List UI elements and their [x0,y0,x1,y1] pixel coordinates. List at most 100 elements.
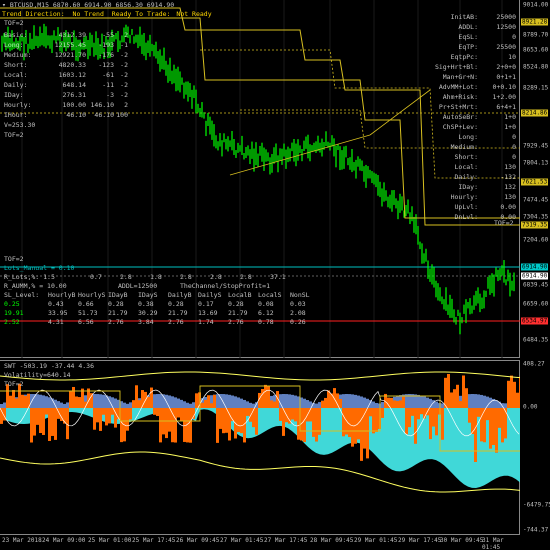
price-tick-label: 8289.15 [523,84,549,92]
price-tick-label: 8524.80 [523,63,549,71]
swt-orange-bar [72,386,75,408]
sl-row1-cell: 0.43 [48,300,64,308]
right-stats-row: Medium: 0 [432,143,518,151]
indicator-axis[interactable]: 408.27 0.00 -6479.75 -744.37 [520,360,550,535]
right-stats-label: EqtpPc: [450,53,478,61]
swt-orange-bar [402,396,405,408]
left-stats-v3: -1 [120,41,128,49]
swt-blue-bar [372,401,375,408]
swt-orange-bar [468,408,471,423]
swt-blue-bar [438,403,441,408]
swt-blue-bar [501,403,504,408]
swt-blue-bar [504,403,507,408]
swt-orange-bar [441,408,444,440]
time-tick-label: 28 Mar 09:45 [310,537,354,544]
indicator-tick-label: -6479.75 [523,501,550,509]
swt-orange-bar [453,389,456,408]
right-stats-row: Local: 130 [432,163,518,171]
swt-orange-bar [150,387,153,408]
swt-orange-bar [51,408,54,436]
right-stats-value: 0+0.10 [492,83,516,91]
swt-orange-bar [393,400,396,408]
swt-blue-bar [30,394,33,408]
swt-orange-bar [432,408,435,427]
right-stats-value: 2+0+0 [496,63,516,71]
swt-orange-bar [420,408,423,415]
swt-blue-bar [420,395,423,408]
swt-orange-bar [444,377,447,408]
swt-blue-bar [237,397,240,408]
swt-orange-bar [126,408,129,431]
swt-orange-bar [465,388,468,408]
swt-orange-bar [462,375,465,408]
swt-orange-bar [510,375,513,408]
swt-orange-bar [342,408,345,437]
left-stats-v3: -2 [120,71,128,79]
swt-blue-bar [468,394,471,408]
right-stats-row: Long: 0 [432,133,518,141]
swt-orange-bar [225,408,228,433]
right-stats-row: Hourly: 130 [432,193,518,201]
swt-orange-bar [69,390,72,408]
swt-orange-bar [339,398,342,408]
swt-blue-bar [474,394,477,408]
swt-orange-bar [447,373,450,408]
swt-orange-bar [45,408,48,415]
swt-blue-bar [186,402,189,408]
swt-orange-bar [450,392,453,408]
price-marker-label: 7319.35 [521,221,549,229]
swt-orange-bar [327,390,330,408]
swt-orange-bar [492,408,495,446]
right-stats-row: ADDL: 12500 [432,23,518,31]
left-stats-row: Daily: 648.14 -11 -2 [4,81,128,89]
right-stats-label: Ahm+Risk: [442,93,478,101]
swt-blue-bar [477,394,480,408]
swt-orange-bar [498,408,501,428]
right-stats-value: 132 [504,183,516,191]
left-stats-label: Hourly: [4,101,32,109]
swt-indicator-canvas [0,371,520,493]
swt-orange-bar [504,408,507,439]
left-stats-v2: 146.10 [90,101,114,109]
right-stats-label: IDay: [458,183,478,191]
swt-blue-bar [192,402,195,408]
swt-blue-bar [288,394,291,408]
left-stats-label: Daily: [4,81,28,89]
swt-orange-bar [105,408,108,426]
main-price-chart[interactable]: ▾ BTCUSD,M15 6870.60 6914.90 6856.30 691… [0,0,520,358]
right-stats-row: Short: 0 [432,153,518,161]
r-lots-label: R_Lots,%: 1.5 [4,273,55,281]
sl-header-cell: DailyB [168,291,192,299]
swt-upper-envelope [0,371,520,381]
price-axis[interactable]: 9014.00 8921.28 8789.70 8653.60 8524.80 8289.… [520,0,550,358]
left-stats-v2: 46.10 [94,111,114,119]
left-stats-v1: 648.14 [62,81,86,89]
swt-blue-bar [183,401,186,408]
left-stats-v2: -55 [102,31,114,39]
time-axis[interactable]: 23 Mar 2018 24 Mar 09:00 25 Mar 01:00 25 Ma… [0,535,520,550]
swt-orange-bar [24,395,27,408]
swt-blue-bar [357,395,360,408]
swt-orange-bar [435,408,438,436]
right-stats-value: 0+1+1 [496,73,516,81]
sl-row3-cell: 6.56 [78,318,94,326]
sl-row2-cell: 33.95 [48,309,68,317]
swt-orange-bar [348,408,351,438]
swt-orange-bar [132,400,135,408]
price-tick-label: 7474.45 [523,196,549,204]
left-stats-v3: 2 [124,31,128,39]
right-stats-row: ChSP+Lev: 1+0 [432,123,518,131]
swt-blue-bar [159,394,162,408]
swt-blue-bar [60,402,63,408]
swt-blue-bar [441,403,444,408]
swt-orange-bar [333,388,336,408]
swt-indicator-pane[interactable]: SWT -503.19 -37.44 4.36 Volatility=640.1… [0,360,520,535]
chart-menu-icon[interactable]: ▾ [2,1,6,9]
left-stats-row: Basic: 4312.39 -55 2 [4,31,128,39]
sl-row2-cell: 6.12 [258,309,274,317]
swt-orange-bar [147,396,150,408]
sl-header-cell: SL_Level: [4,291,40,299]
swt-orange-bar [261,389,264,408]
right-stats-label: UpLvl: [454,203,478,211]
right-stats-row: Daily: -132 [432,173,518,181]
